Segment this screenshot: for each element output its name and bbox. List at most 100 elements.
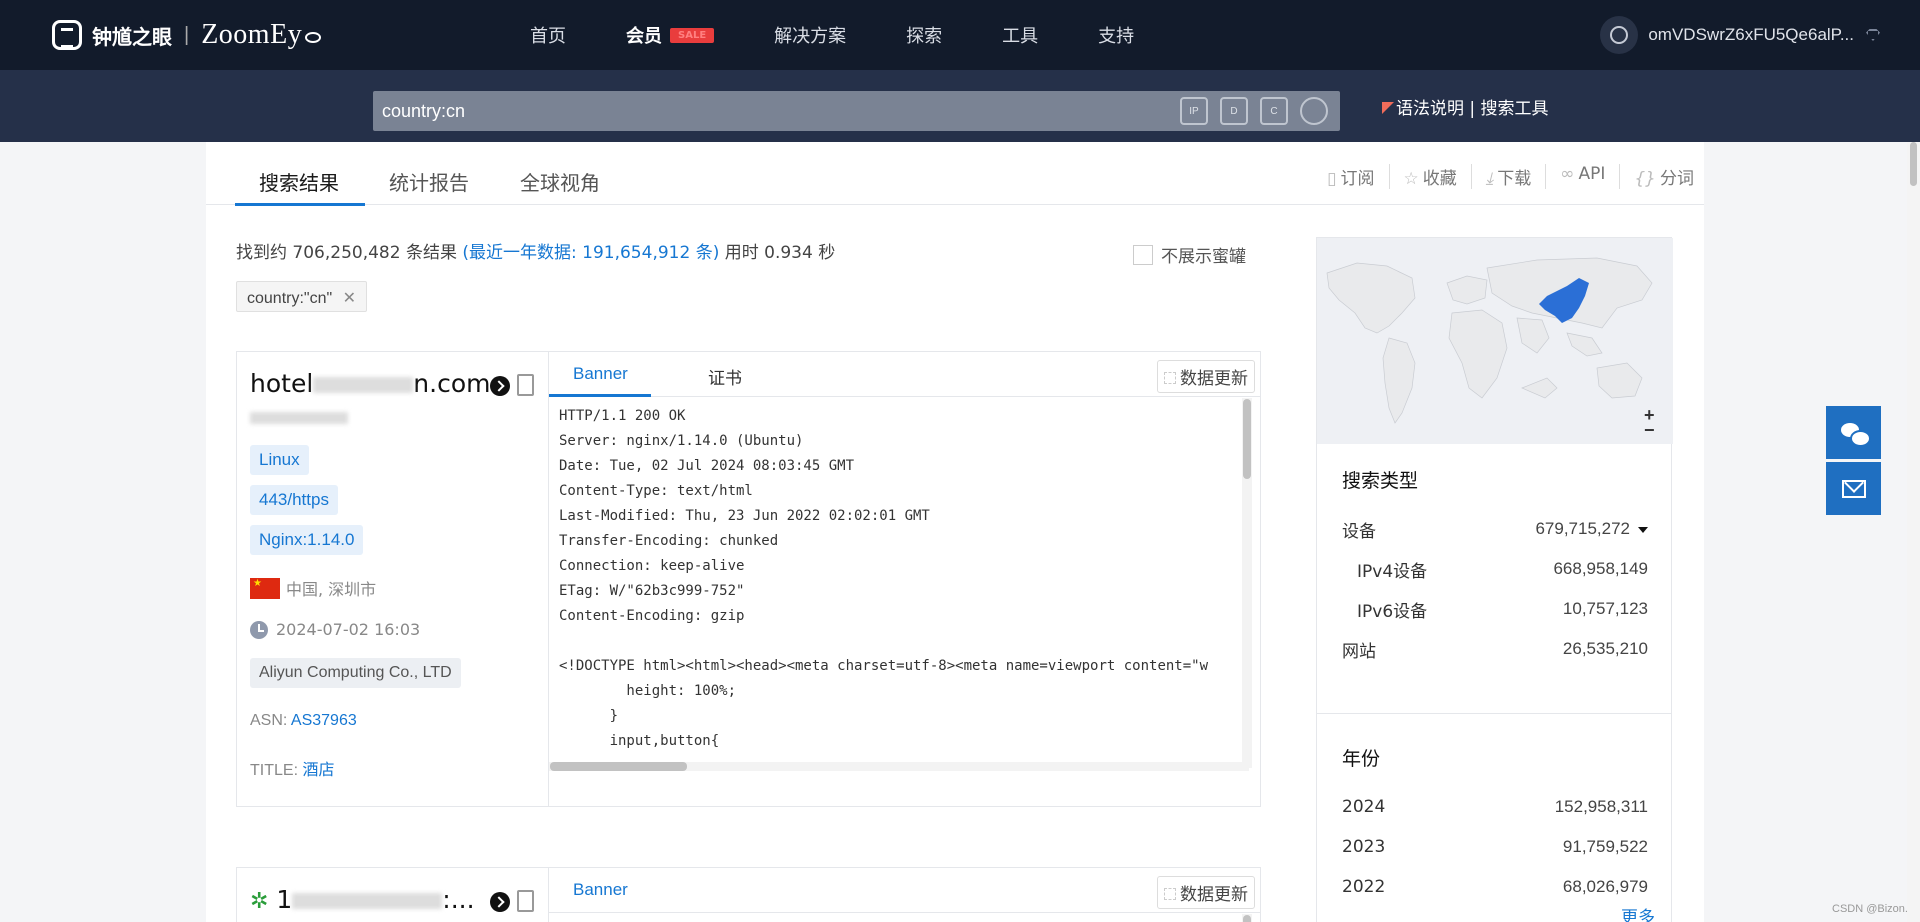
detail-tab-border [549, 396, 1260, 397]
search-type-row[interactable]: 设备 679,715,272 [1342, 509, 1648, 549]
domain-search-icon[interactable]: D [1220, 97, 1248, 125]
search-icons: IP D C [1168, 97, 1328, 125]
world-map-graphic [1326, 257, 1653, 424]
nav-tools-label: 工具 [1002, 26, 1039, 47]
year-count: 152,958,311 [1554, 797, 1648, 816]
page-scrollbar[interactable] [1907, 142, 1920, 922]
braces-icon: {} [1634, 169, 1656, 189]
result-detail: Banner 数据更新 [549, 868, 1260, 922]
hide-honeypot-toggle[interactable]: 不展示蜜罐 [1133, 242, 1246, 267]
query-time: 用时 0.934 秒 [724, 243, 836, 263]
download-button[interactable]: ⤓ 下载 [1470, 164, 1531, 189]
result-card: ✲ 1:... Banner 数据更新 [236, 867, 1261, 922]
wechat-button[interactable] [1826, 406, 1881, 459]
refresh-icon [1164, 888, 1176, 900]
search-type-section: 搜索类型 设备 679,715,272 IPv4设备 668,958,149 IPv… [1342, 466, 1648, 669]
filter-chip[interactable]: country:"cn" ✕ [236, 281, 368, 312]
host-text-end: n.com [413, 369, 491, 398]
search-type-row[interactable]: IPv6设备 10,757,123 [1342, 589, 1648, 629]
vip-diamond-icon[interactable] [1866, 29, 1880, 41]
tab-certificate[interactable]: 证书 [708, 364, 742, 389]
search-type-label: IPv4设备 [1357, 561, 1428, 582]
goto-arrow-icon[interactable] [490, 376, 510, 396]
service-tag[interactable]: Nginx:1.14.0 [250, 525, 364, 555]
close-icon[interactable]: ✕ [343, 290, 356, 307]
year-section: 年份 2024 152,958,311 2023 91,759,522 2022 68… [1342, 744, 1648, 907]
zoomeye-logo[interactable]: 钟馗之眼 | ZoomEy [52, 19, 322, 51]
result-host[interactable]: ✲ 1:... [250, 885, 475, 914]
nav-home[interactable]: 首页 [530, 22, 566, 48]
org-tag[interactable]: Aliyun Computing Co., LTD [250, 658, 461, 688]
syntax-link[interactable]: 语法说明 [1396, 99, 1464, 119]
banner-horizontal-scrollbar[interactable] [549, 762, 1249, 771]
email-button[interactable] [1826, 462, 1881, 515]
more-link[interactable]: 更多 [1621, 903, 1655, 922]
flag-icon [1382, 102, 1394, 114]
result-summary: 找到约 706,250,482 条结果 (最近一年数据: 191,654,912… [236, 238, 835, 263]
search-input[interactable] [373, 91, 1073, 131]
timestamp: 2024-07-02 16:03 [250, 620, 420, 639]
tokenize-button[interactable]: {} 分词 [1619, 164, 1694, 189]
tab-stats-report[interactable]: 统计报告 [389, 167, 469, 196]
year-label: 2023 [1342, 837, 1386, 857]
title-label: TITLE: [250, 762, 299, 779]
favorite-button[interactable]: ☆ 收藏 [1388, 164, 1457, 189]
goto-arrow-icon[interactable] [490, 892, 510, 912]
search-icon[interactable] [1300, 97, 1328, 125]
year-row[interactable]: 2023 91,759,522 [1342, 827, 1648, 867]
search-type-row[interactable]: IPv4设备 668,958,149 [1342, 549, 1648, 589]
banner-vertical-scrollbar[interactable] [1242, 398, 1252, 768]
nav-tools[interactable]: 工具 [1002, 22, 1038, 48]
user-avatar-icon[interactable] [1600, 16, 1639, 54]
port-tag[interactable]: 443/https [250, 485, 338, 515]
favorite-label: 收藏 [1422, 169, 1457, 189]
search-type-label: 网站 [1342, 641, 1376, 662]
nav-explore[interactable]: 探索 [906, 22, 942, 48]
data-update-button[interactable]: 数据更新 [1157, 360, 1255, 393]
asn-link[interactable]: AS37963 [291, 712, 357, 729]
host-text-end: :... [442, 885, 475, 914]
links-separator: | [1469, 99, 1476, 119]
world-map[interactable]: + − [1317, 238, 1673, 444]
result-host[interactable]: hotel n.com [250, 369, 490, 398]
search-tools-link[interactable]: 搜索工具 [1481, 99, 1549, 119]
recent-year-link[interactable]: (最近一年数据: 191,654,912 条) [462, 243, 719, 263]
user-menu[interactable]: omVDSwrZ6xFU5Qe6alP... [1600, 16, 1880, 54]
sale-badge: SALE [670, 27, 715, 43]
ip-search-icon[interactable]: IP [1180, 97, 1208, 125]
search-type-row[interactable]: 网站 26,535,210 [1342, 629, 1648, 669]
data-update-button[interactable]: 数据更新 [1157, 876, 1255, 909]
banner-vertical-scrollbar[interactable] [1242, 914, 1252, 922]
tab-global-view[interactable]: 全球视角 [520, 167, 600, 196]
nav-membership[interactable]: 会员 SALE [626, 22, 715, 48]
result-tools: ▯ 订阅 ☆ 收藏 ⤓ 下载 ∞ API {} 分词 [1299, 164, 1694, 189]
logo-chinese-text: 钟馗之眼 [92, 24, 172, 49]
clock-icon [250, 620, 268, 639]
subscribe-button[interactable]: ▯ 订阅 [1313, 164, 1374, 189]
nav-solutions[interactable]: 解决方案 [774, 22, 846, 48]
tab-banner[interactable]: Banner [573, 364, 628, 384]
nav-support[interactable]: 支持 [1098, 22, 1134, 48]
search-type-count: 668,958,149 [1553, 559, 1648, 578]
hide-honeypot-checkbox[interactable] [1133, 244, 1153, 265]
copy-doc-icon[interactable] [517, 890, 534, 912]
username[interactable]: omVDSwrZ6xFU5Qe6alP... [1648, 25, 1854, 45]
os-tag[interactable]: Linux [250, 445, 309, 475]
tab-search-results[interactable]: 搜索结果 [259, 167, 339, 196]
title-link[interactable]: 酒店 [302, 762, 334, 779]
cidr-search-icon[interactable]: C [1260, 97, 1288, 125]
year-row[interactable]: 2024 152,958,311 [1342, 787, 1648, 827]
stats-sidebar: + − 搜索类型 设备 679,715,272 IPv4设备 668,958,149… [1316, 237, 1673, 922]
top-navbar: 钟馗之眼 | ZoomEy 首页 会员 SALE 解决方案 探索 工具 支持 om… [0, 0, 1920, 70]
wechat-icon [1840, 422, 1871, 447]
asn-label: ASN: [250, 712, 288, 729]
api-button[interactable]: ∞ API [1545, 164, 1605, 189]
zoom-out-button[interactable]: − [1644, 420, 1655, 441]
copy-doc-icon[interactable] [517, 374, 534, 396]
location[interactable]: 中国, 深圳市 [250, 576, 376, 600]
caret-down-icon[interactable] [1638, 526, 1648, 533]
result-info: hotel n.com Linux 443/https Nginx:1.14.0 … [237, 352, 549, 806]
tab-banner[interactable]: Banner [573, 880, 628, 900]
year-row[interactable]: 2022 68,026,979 [1342, 867, 1648, 907]
result-info: ✲ 1:... [237, 868, 549, 922]
